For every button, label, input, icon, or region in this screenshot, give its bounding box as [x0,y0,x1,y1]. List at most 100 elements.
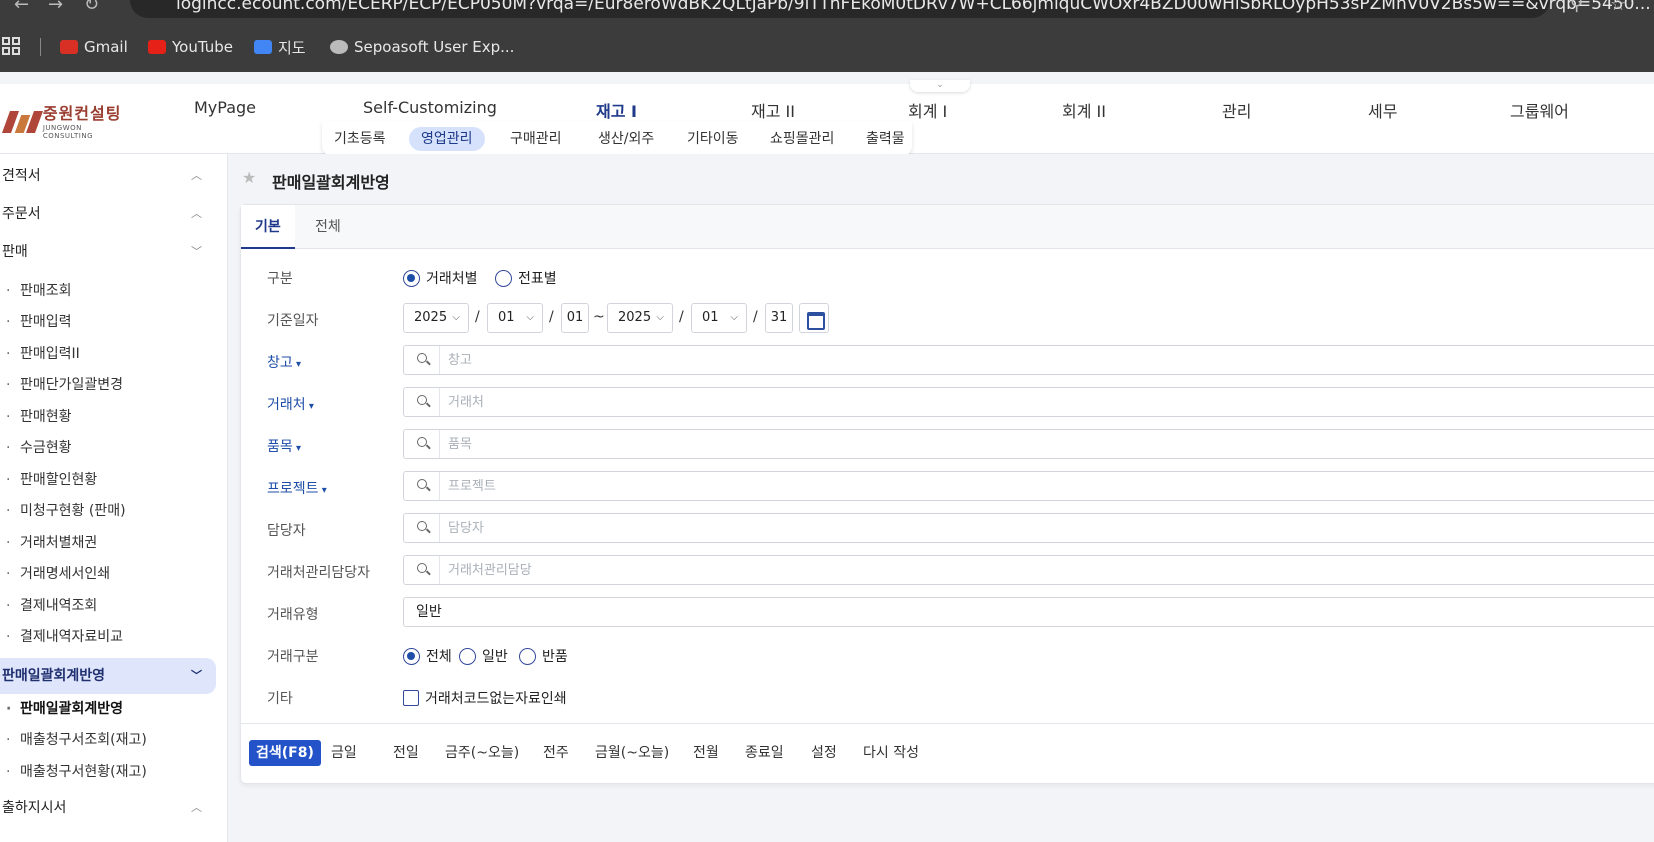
to-day-input[interactable]: 31 [765,303,793,333]
warehouse-label-dropdown[interactable]: 창고 [267,352,301,372]
collapse-menu-button[interactable]: ⌄ [910,80,970,92]
sidebar-item-invoice-status[interactable]: 매출청구서현황(재고) [0,759,147,785]
row-date: 기준일자 2025 ⌵ / 01 ⌵ / 01 ~ 2025 ⌵ / 01 ⌵ / 31 [241,303,1654,335]
search-icon[interactable] [404,430,440,458]
sidebar-item-statement-print[interactable]: 거래명세서인쇄 [0,561,110,587]
topmenu-self-customizing[interactable]: Self-Customizing [363,98,497,117]
submenu-sales-management[interactable]: 영업관리 [409,127,485,151]
from-month-select[interactable]: 01 ⌵ [487,303,543,333]
topmenu-mypage[interactable]: MyPage [194,98,256,117]
topmenu-groupware[interactable]: 그룹웨어 [1510,98,1569,122]
topmenu-inventory-1[interactable]: 재고 I [596,98,637,122]
sidebar-item-payment-inquiry[interactable]: 결제내역조회 [0,593,97,619]
last-week-button[interactable]: 전주 [537,740,575,766]
submenu-printouts[interactable]: 출력물 [854,127,917,151]
calendar-icon[interactable] [799,303,829,333]
sidebar-item-receivables[interactable]: 거래처별채권 [0,530,97,556]
sidebar-item-sales-status[interactable]: 판매현황 [0,404,72,430]
radio-return[interactable]: 반품 [519,646,568,666]
warehouse-input[interactable] [448,346,1648,374]
today-button[interactable]: 금일 [325,740,363,766]
search-icon[interactable] [404,472,440,500]
radio-by-customer[interactable]: 거래처별 [403,268,478,288]
customer-manager-search-field[interactable] [403,555,1654,585]
to-year-select[interactable]: 2025 ⌵ [607,303,673,333]
sidebar-group-sales[interactable]: 판매 ﹀ [0,234,216,270]
url-text[interactable]: logincc.ecount.com/ECERP/ECP/ECP050M?vrq… [176,0,1651,14]
topmenu-tax[interactable]: 세무 [1368,98,1397,122]
sidebar-group-shipping[interactable]: 출하지시서 ︿ [0,790,216,826]
bookmark-maps[interactable]: 지도 [254,36,306,58]
submenu-production[interactable]: 생산/외주 [586,127,666,151]
search-icon[interactable] [404,388,440,416]
sidebar-group-quote[interactable]: 견적서 ︿ [0,158,216,194]
sidebar-item-discount-status[interactable]: 판매할인현황 [0,467,97,493]
reload-icon[interactable]: ↻ [84,0,99,15]
last-month-button[interactable]: 전월 [687,740,725,766]
back-icon[interactable]: ← [14,0,29,15]
submenu-basic-registration[interactable]: 기초등록 [322,127,398,151]
sidebar-item-payment-compare[interactable]: 결제내역자료비교 [0,624,123,650]
end-date-button[interactable]: 종료일 [739,740,790,766]
sidebar-item-collection-status[interactable]: 수금현황 [0,435,72,461]
title-row: ★ 판매일괄회계반영 [228,154,1654,204]
search-icon[interactable]: ⚲ [1570,0,1583,15]
sidebar-item-sales-entry-2[interactable]: 판매입력II [0,341,80,367]
reset-button[interactable]: 다시 작성 [857,740,925,766]
search-button[interactable]: 검색(F8) [249,740,321,766]
sidebar-item-price-batch-change[interactable]: 판매단가일괄변경 [0,372,123,398]
bookmark-youtube[interactable]: YouTube [148,36,233,58]
bookmark-star-icon[interactable]: ☆ [1610,0,1626,15]
search-icon[interactable] [404,556,440,584]
yesterday-button[interactable]: 전일 [387,740,425,766]
project-label-dropdown[interactable]: 프로젝트 [267,478,327,498]
radio-all[interactable]: 전체 [403,646,452,666]
project-search-field[interactable] [403,471,1654,501]
project-input[interactable] [448,472,1648,500]
sidebar-item-unbilled-status[interactable]: 미청구현황 (판매) [0,498,126,524]
customer-input[interactable] [448,388,1648,416]
sidebar-item-batch-accounting[interactable]: 판매일괄회계반영 [0,696,123,722]
radio-by-slip[interactable]: 전표별 [495,268,557,288]
submenu-other-transfer[interactable]: 기타이동 [675,127,751,151]
item-search-field[interactable] [403,429,1654,459]
manager-search-field[interactable] [403,513,1654,543]
search-icon[interactable] [404,514,440,542]
customer-manager-input[interactable] [448,556,1648,584]
sidebar-group-batch-accounting[interactable]: 판매일괄회계반영 ﹀ [0,658,216,694]
customer-label-dropdown[interactable]: 거래처 [267,394,314,414]
sidebar-item-sales-entry[interactable]: 판매입력 [0,309,72,335]
to-month-select[interactable]: 01 ⌵ [691,303,747,333]
item-input[interactable] [448,430,1648,458]
trade-type-select[interactable]: 일반 [403,597,1654,627]
sidebar-item-invoice-inquiry[interactable]: 매출청구서조회(재고) [0,727,147,753]
forward-icon[interactable]: → [48,0,63,15]
submenu-shopping-mall[interactable]: 쇼핑몰관리 [758,127,846,151]
radio-normal[interactable]: 일반 [459,646,508,666]
bookmark-sepoasoft[interactable]: Sepoasoft User Exp... [330,36,514,58]
tab-basic[interactable]: 기본 [241,205,295,249]
warehouse-search-field[interactable] [403,345,1654,375]
sidebar-group-order[interactable]: 주문서 ︿ [0,196,216,232]
topmenu-accounting-1[interactable]: 회계 I [908,98,947,122]
from-year-select[interactable]: 2025 ⌵ [403,303,469,333]
this-week-button[interactable]: 금주(~오늘) [439,740,525,766]
manager-input[interactable] [448,514,1648,542]
checkbox-print-no-code[interactable]: 거래처코드없는자료인쇄 [403,688,567,708]
search-icon[interactable] [404,346,440,374]
apps-icon[interactable] [2,37,20,55]
this-month-button[interactable]: 금월(~오늘) [589,740,675,766]
item-label-dropdown[interactable]: 품목 [267,436,301,456]
topmenu-accounting-2[interactable]: 회계 II [1062,98,1106,122]
company-logo[interactable]: 중원컨설팅 JUNGWON CONSULTING [1,104,132,140]
bookmark-gmail[interactable]: Gmail [60,36,128,58]
topmenu-inventory-2[interactable]: 재고 II [751,98,795,122]
customer-search-field[interactable] [403,387,1654,417]
submenu-purchase-management[interactable]: 구매관리 [498,127,574,151]
sidebar-item-sales-inquiry[interactable]: 판매조회 [0,278,72,304]
topmenu-admin[interactable]: 관리 [1222,98,1251,122]
from-day-input[interactable]: 01 [561,303,589,333]
tab-all[interactable]: 전체 [301,205,355,249]
settings-button[interactable]: 설정 [805,740,843,766]
favorite-star-icon[interactable]: ★ [242,168,256,187]
